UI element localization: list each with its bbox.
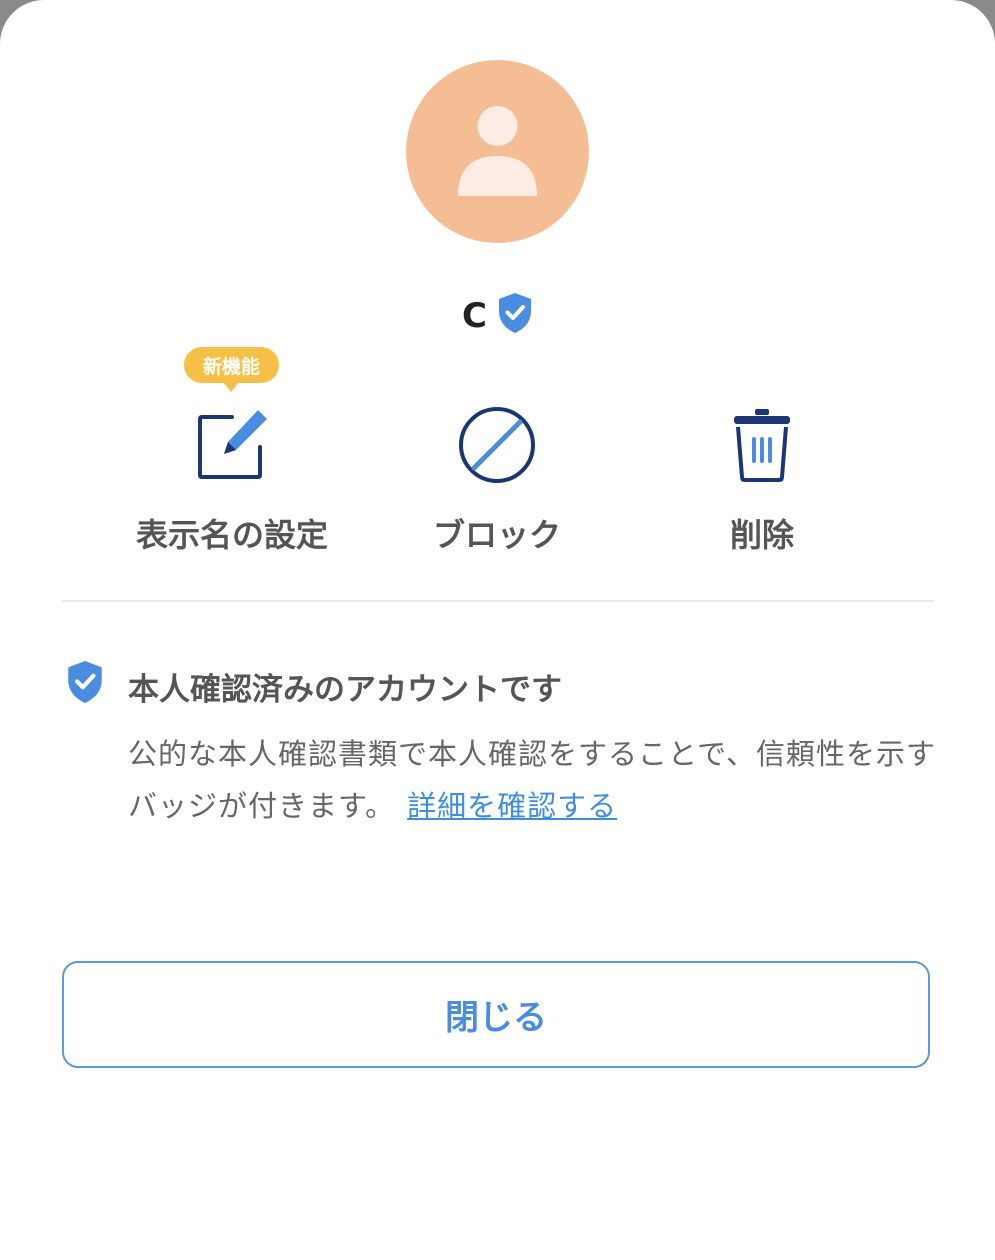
new-feature-badge: 新機能: [184, 347, 279, 392]
set-display-name-label: 表示名の設定: [135, 516, 328, 554]
set-display-name-button[interactable]: 表示名の設定: [102, 400, 362, 560]
delete-label: 削除: [729, 516, 794, 554]
block-label: ブロック: [432, 516, 561, 554]
trash-icon: [734, 409, 790, 482]
avatar: [406, 60, 589, 243]
divider: [62, 600, 934, 602]
profile-name-row: C: [0, 288, 995, 338]
profile-name: C: [462, 296, 487, 336]
verified-shield-icon: [498, 293, 531, 333]
profile-sheet: C 新機能 表示名の設定 ブロック 削除 本人確認済みのアカウントです 公的な本…: [0, 0, 995, 1260]
block-icon: [459, 407, 535, 483]
block-button[interactable]: ブロック: [367, 400, 627, 560]
verified-shield-icon: [68, 661, 102, 703]
person-icon: [458, 106, 537, 196]
details-link[interactable]: 詳細を確認する: [407, 789, 617, 823]
verification-title: 本人確認済みのアカウントです: [128, 672, 562, 708]
verification-description: 公的な本人確認書類で本人確認をすることで、信頼性を示すバッジが付きます。 詳細を確…: [128, 728, 938, 832]
delete-button[interactable]: 削除: [632, 400, 892, 560]
close-button[interactable]: 閉じる: [62, 961, 930, 1068]
edit-icon: [198, 410, 267, 479]
